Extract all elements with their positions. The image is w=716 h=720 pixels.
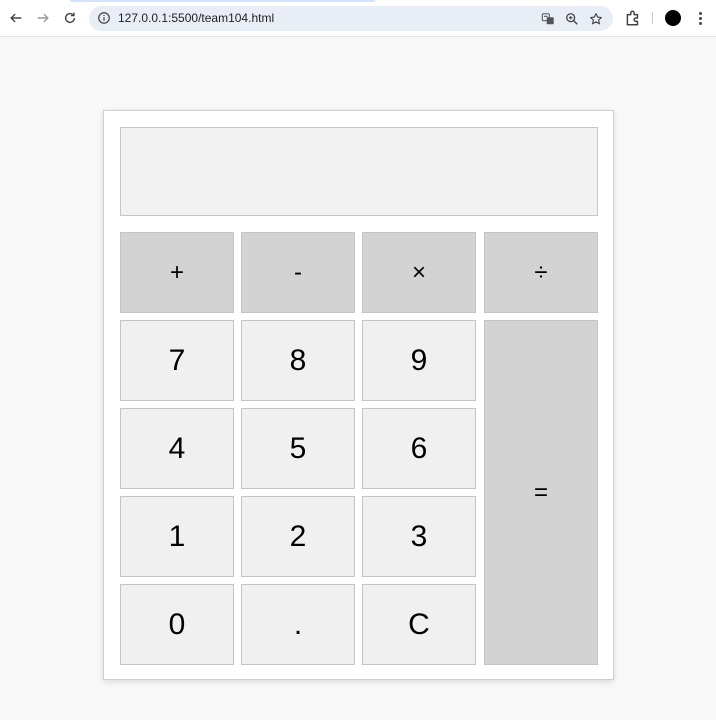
toolbar-separator	[652, 12, 653, 24]
menu-dot-icon	[698, 16, 702, 20]
equals-button[interactable]: =	[484, 320, 598, 665]
extensions-icon[interactable]	[624, 9, 642, 27]
url-text[interactable]: 127.0.0.1:5500/team104.html	[118, 6, 274, 31]
translate-button[interactable]	[540, 11, 555, 26]
decimal-button[interactable]: .	[241, 584, 355, 665]
translate-icon	[541, 12, 554, 24]
digit-1-button[interactable]: 1	[120, 496, 234, 577]
zoom-icon	[565, 12, 578, 25]
forward-arrow-icon	[37, 13, 49, 23]
menu-dot-icon	[698, 21, 702, 25]
address-bar[interactable]: 127.0.0.1:5500/team104.html	[89, 6, 613, 31]
star-icon	[589, 12, 602, 24]
calculator: + - × ÷ 7 8 9 4 5 6 1 2 3 0 . C =	[103, 110, 614, 680]
back-button[interactable]	[5, 7, 27, 29]
add-button[interactable]: +	[120, 232, 234, 313]
reload-icon	[64, 12, 76, 24]
digit-4-button[interactable]: 4	[120, 408, 234, 489]
calculator-display[interactable]	[120, 127, 598, 216]
browser-menu-button[interactable]	[692, 9, 708, 27]
forward-button[interactable]	[32, 7, 54, 29]
menu-dot-icon	[698, 11, 702, 15]
digit-8-button[interactable]: 8	[241, 320, 355, 401]
digit-3-button[interactable]: 3	[362, 496, 476, 577]
multiply-button[interactable]: ×	[362, 232, 476, 313]
subtract-button[interactable]: -	[241, 232, 355, 313]
digit-2-button[interactable]: 2	[241, 496, 355, 577]
active-tab-indicator	[70, 0, 375, 2]
clear-button[interactable]: C	[362, 584, 476, 665]
profile-avatar[interactable]	[665, 10, 681, 26]
digit-7-button[interactable]: 7	[120, 320, 234, 401]
bookmark-button[interactable]	[588, 11, 603, 26]
browser-toolbar: 127.0.0.1:5500/team104.html	[0, 0, 716, 37]
back-arrow-icon	[10, 13, 22, 23]
digit-5-button[interactable]: 5	[241, 408, 355, 489]
reload-button[interactable]	[59, 7, 81, 29]
site-info-icon[interactable]	[97, 11, 111, 25]
zoom-button[interactable]	[564, 11, 579, 26]
digit-9-button[interactable]: 9	[362, 320, 476, 401]
digit-0-button[interactable]: 0	[120, 584, 234, 665]
divide-button[interactable]: ÷	[484, 232, 598, 313]
digit-6-button[interactable]: 6	[362, 408, 476, 489]
